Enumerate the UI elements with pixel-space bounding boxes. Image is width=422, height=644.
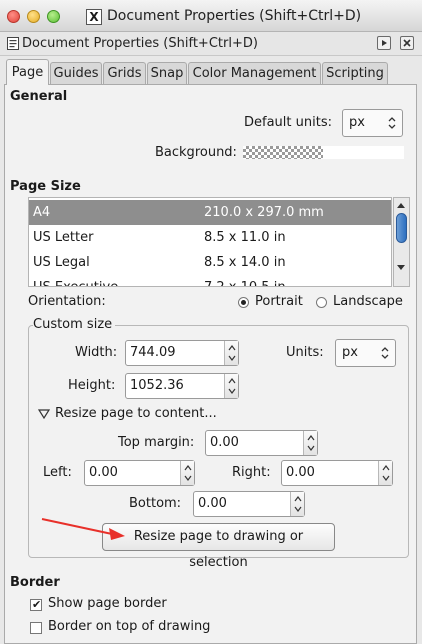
- chevron-down-icon[interactable]: [307, 445, 315, 452]
- spin-buttons[interactable]: [180, 461, 194, 485]
- list-item[interactable]: US Letter 8.5 x 11.0 in: [29, 225, 391, 250]
- chevron-down-icon[interactable]: [382, 475, 390, 482]
- height-label: Height:: [68, 378, 116, 393]
- play-icon: [382, 40, 387, 46]
- tab-grids[interactable]: Grids: [103, 62, 146, 84]
- list-item-size: 8.5 x 14.0 in: [204, 255, 286, 270]
- spin-buttons[interactable]: [303, 431, 317, 455]
- default-units-select[interactable]: px: [342, 109, 403, 137]
- chevron-up-icon[interactable]: [228, 344, 236, 351]
- chevron-down-icon[interactable]: [228, 388, 236, 395]
- spin-buttons[interactable]: [290, 492, 304, 516]
- list-item-name: US Executive: [33, 275, 118, 286]
- width-label: Width:: [75, 345, 118, 360]
- units-label: Units:: [286, 345, 324, 360]
- close-icon: [403, 39, 411, 47]
- show-border-checkbox[interactable]: ✔: [30, 599, 42, 611]
- page-size-list[interactable]: A4 210.0 x 297.0 mm US Letter 8.5 x 11.0…: [28, 197, 392, 287]
- spin-arrows-icon: [381, 347, 389, 359]
- spin-buttons[interactable]: [224, 374, 238, 398]
- width-value: 744.09: [130, 345, 176, 360]
- background-label: Background:: [155, 145, 237, 160]
- list-item-name: A4: [33, 205, 51, 220]
- border-on-top-checkbox[interactable]: [30, 622, 42, 634]
- right-margin-label: Right:: [232, 465, 271, 480]
- left-margin-label: Left:: [43, 465, 72, 480]
- list-item-size: 210.0 x 297.0 mm: [204, 205, 324, 220]
- portrait-radio[interactable]: [238, 297, 249, 308]
- height-stepper[interactable]: 1052.36: [125, 373, 239, 399]
- list-item[interactable]: US Legal 8.5 x 14.0 in: [29, 250, 391, 275]
- height-value: 1052.36: [130, 378, 184, 393]
- orientation-label: Orientation:: [28, 294, 106, 309]
- chevron-down-icon[interactable]: [228, 355, 236, 362]
- chevron-up-icon[interactable]: [307, 434, 315, 441]
- spin-buttons[interactable]: [224, 341, 238, 365]
- portrait-label[interactable]: Portrait: [255, 294, 303, 309]
- dock-title: Document Properties (Shift+Ctrl+D): [22, 36, 258, 51]
- list-item-size: 7.2 x 10.5 in: [204, 275, 286, 286]
- chevron-down-icon[interactable]: [294, 506, 302, 513]
- right-margin-value: 0.00: [286, 465, 315, 480]
- spin-arrows-icon: [388, 117, 396, 129]
- width-stepper[interactable]: 744.09: [125, 340, 239, 366]
- bottom-margin-value: 0.00: [198, 496, 227, 511]
- close-window-button[interactable]: [7, 10, 20, 23]
- dock-iconify-button[interactable]: [377, 36, 391, 50]
- background-color-swatch-solid[interactable]: [323, 146, 404, 159]
- list-item[interactable]: US Executive 7.2 x 10.5 in: [29, 275, 391, 286]
- left-margin-stepper[interactable]: 0.00: [84, 460, 195, 486]
- custom-size-title: Custom size: [33, 317, 116, 332]
- bottom-margin-label: Bottom:: [129, 496, 182, 511]
- top-margin-stepper[interactable]: 0.00: [205, 430, 318, 456]
- tab-scripting[interactable]: Scripting: [322, 62, 388, 84]
- default-units-label: Default units:: [244, 115, 332, 130]
- window-title: Document Properties (Shift+Ctrl+D): [107, 8, 362, 24]
- chevron-up-icon[interactable]: [184, 464, 192, 471]
- expander-triangle-icon[interactable]: [38, 409, 50, 419]
- top-margin-label: Top margin:: [118, 435, 195, 450]
- border-heading: Border: [10, 575, 60, 590]
- minimize-window-button[interactable]: [27, 10, 40, 23]
- scrollbar-thumb[interactable]: [396, 213, 407, 243]
- border-on-top-label[interactable]: Border on top of drawing: [48, 619, 210, 634]
- dock-close-button[interactable]: [400, 36, 414, 50]
- landscape-radio[interactable]: [316, 297, 327, 308]
- spin-buttons[interactable]: [378, 461, 392, 485]
- checkmark-icon: ✔: [32, 598, 42, 611]
- landscape-label[interactable]: Landscape: [333, 294, 403, 309]
- tab-snap[interactable]: Snap: [147, 62, 187, 84]
- resize-to-drawing-button[interactable]: Resize page to drawing or selection: [102, 523, 335, 570]
- resize-expander-label[interactable]: Resize page to content...: [55, 406, 217, 421]
- x11-app-icon: X: [86, 9, 102, 25]
- custom-units-select[interactable]: px: [335, 339, 396, 367]
- list-item-name: US Legal: [33, 255, 90, 270]
- right-margin-stepper[interactable]: 0.00: [281, 460, 393, 486]
- page-size-heading: Page Size: [10, 179, 81, 194]
- chevron-up-icon[interactable]: [294, 495, 302, 502]
- bottom-margin-stepper[interactable]: 0.00: [193, 491, 305, 517]
- tab-color-management[interactable]: Color Management: [188, 62, 321, 84]
- background-color-swatch[interactable]: [243, 146, 323, 159]
- scroll-up-icon[interactable]: [396, 201, 406, 209]
- chevron-up-icon[interactable]: [382, 464, 390, 471]
- show-border-label[interactable]: Show page border: [48, 596, 167, 611]
- tab-guides[interactable]: Guides: [50, 62, 102, 84]
- general-heading: General: [10, 89, 68, 104]
- chevron-down-icon[interactable]: [184, 475, 192, 482]
- document-properties-icon: [7, 37, 19, 50]
- chevron-up-icon[interactable]: [228, 377, 236, 384]
- list-item[interactable]: A4 210.0 x 297.0 mm: [29, 200, 391, 225]
- left-margin-value: 0.00: [89, 465, 118, 480]
- list-item-size: 8.5 x 11.0 in: [204, 230, 286, 245]
- top-margin-value: 0.00: [210, 435, 239, 450]
- tab-page[interactable]: Page: [6, 59, 49, 85]
- scroll-down-icon[interactable]: [396, 264, 406, 272]
- maximize-window-button[interactable]: [47, 10, 60, 23]
- list-item-name: US Letter: [33, 230, 94, 245]
